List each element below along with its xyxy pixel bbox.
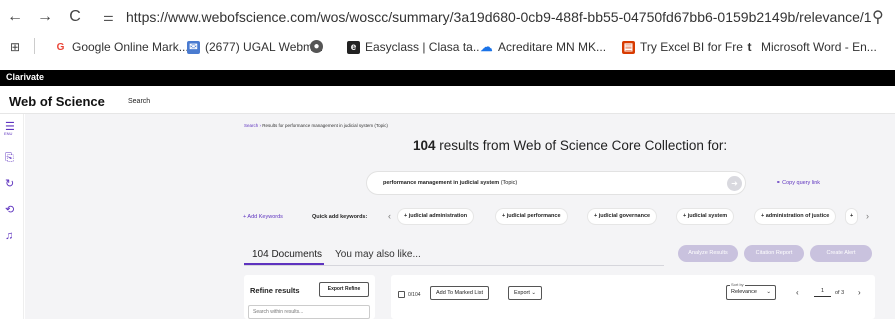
page-number-input[interactable]: 1 (814, 288, 831, 297)
selected-count: 0/104 (408, 292, 421, 298)
create-alert-button[interactable]: Create Alert (810, 245, 872, 262)
query-field: (Topic) (500, 180, 518, 186)
word-icon: t (743, 40, 756, 54)
export-dropdown-button[interactable]: Export ⌄ (508, 286, 543, 300)
bookmark-divider (34, 38, 35, 54)
menu-label: ENU (4, 131, 13, 136)
clarivate-bar: Clarivate (0, 70, 895, 86)
keyword-pill[interactable]: + administration of justice (755, 209, 836, 224)
tab-documents[interactable]: 104 Documents (252, 249, 322, 260)
history-icon[interactable]: ↻ (5, 177, 14, 190)
breadcrumb-search-link[interactable]: Search (244, 123, 258, 128)
bookmark-label: Google Online Mark... (72, 40, 189, 54)
apps-grid-icon[interactable]: ⊞ (10, 40, 20, 54)
citation-report-button[interactable]: Citation Report (744, 245, 804, 262)
query-text: performance management in judicial syste… (383, 180, 517, 186)
easyclass-icon: e (347, 40, 360, 54)
alerts-bell-icon[interactable]: ♫ (5, 230, 13, 242)
keyword-pill[interactable]: + (846, 209, 858, 224)
add-to-marked-list-button[interactable]: Add To Marked List (430, 286, 489, 300)
address-bar[interactable]: https://www.webofscience.com/wos/woscc/s… (126, 9, 872, 25)
excel-icon: ▤ (622, 40, 635, 54)
zoom-icon[interactable]: ⚲ (872, 7, 884, 27)
sort-value: Relevance (731, 289, 757, 295)
analyze-results-button[interactable]: Analyze Results (678, 245, 738, 262)
next-page-icon[interactable]: › (858, 288, 861, 297)
bookmark-label: Microsoft Word - En... (761, 40, 877, 54)
github-icon: ● (310, 40, 323, 53)
cloud-icon: ☁ (480, 39, 493, 54)
refine-title: Refine results (250, 286, 300, 295)
results-heading-text: results from Web of Science Core Collect… (439, 138, 728, 153)
bookmark-word[interactable]: t Microsoft Word - En... (743, 40, 877, 54)
marked-list-icon[interactable]: ⎘ (5, 152, 14, 165)
sort-by-label: Sort by (730, 282, 745, 287)
left-rail (0, 114, 24, 319)
keyword-pill[interactable]: + judicial system (677, 209, 734, 224)
bookmark-label: Try Excel BI for Free (640, 40, 750, 54)
reload-icon[interactable]: C (66, 8, 84, 26)
keywords-prev-icon[interactable]: ‹ (388, 211, 391, 221)
copy-query-link[interactable]: ⚭ Copy query link (776, 180, 820, 186)
bookmark-github[interactable]: ● (310, 40, 323, 53)
active-tab-indicator (244, 263, 324, 265)
keyword-pill[interactable]: + judicial performance (496, 209, 567, 224)
select-all-checkbox[interactable] (398, 291, 405, 298)
site-info-icon[interactable]: ⚌ (103, 10, 114, 24)
bookmark-ugal[interactable]: ✉ (2677) UGAL Webm... (187, 40, 323, 54)
quick-add-label: Quick add keywords: (312, 214, 368, 220)
bookmark-label: Acreditare MN MK... (498, 40, 607, 54)
bookmark-excel-bi[interactable]: ▤ Try Excel BI for Free (622, 40, 750, 54)
bookmark-label: (2677) UGAL Webm... (205, 40, 324, 54)
keywords-next-icon[interactable]: › (866, 211, 869, 221)
tab-you-may-also-like[interactable]: You may also like... (335, 249, 421, 260)
prev-page-icon[interactable]: ‹ (796, 288, 799, 297)
keyword-pill[interactable]: + judicial governance (588, 209, 657, 224)
bookmark-label: Easyclass | Clasa ta... (365, 40, 483, 54)
wos-logo[interactable]: Web of Science (9, 94, 105, 109)
clarivate-logo[interactable]: Clarivate (6, 72, 44, 82)
results-count: 104 (413, 138, 436, 153)
search-nav-link[interactable]: Search (128, 98, 150, 105)
forward-icon[interactable]: → (36, 8, 54, 26)
copy-query-link-label: Copy query link (782, 180, 821, 186)
breadcrumb: Search › Results for performance managem… (244, 123, 388, 128)
bookmark-acreditare[interactable]: ☁ Acreditare MN MK... (480, 40, 606, 54)
bookmark-easyclass[interactable]: e Easyclass | Clasa ta... (347, 40, 483, 54)
bookmark-google[interactable]: G Google Online Mark... (54, 40, 189, 54)
run-search-button[interactable]: ➜ (727, 176, 742, 191)
google-icon: G (54, 40, 67, 54)
mail-icon: ✉ (187, 40, 200, 54)
keyword-pill[interactable]: + judicial administration (398, 209, 474, 224)
search-within-input[interactable]: Search within results... (248, 305, 370, 319)
export-refine-button[interactable]: Export Refine (319, 282, 369, 297)
saved-searches-icon[interactable]: ⟲ (5, 203, 14, 216)
results-heading: 104 results from Web of Science Core Col… (413, 138, 727, 153)
sort-by-select[interactable]: Relevance ⌄ (726, 285, 776, 300)
add-keywords-link[interactable]: + Add Keywords (243, 214, 283, 220)
chevron-down-icon: ⌄ (766, 289, 771, 295)
query-term: performance management in judicial syste… (383, 180, 500, 186)
breadcrumb-current: Results for performance management in ju… (262, 123, 388, 128)
tabs-baseline (244, 265, 664, 266)
back-icon[interactable]: ← (6, 8, 24, 26)
page-total: of 3 (835, 290, 845, 296)
